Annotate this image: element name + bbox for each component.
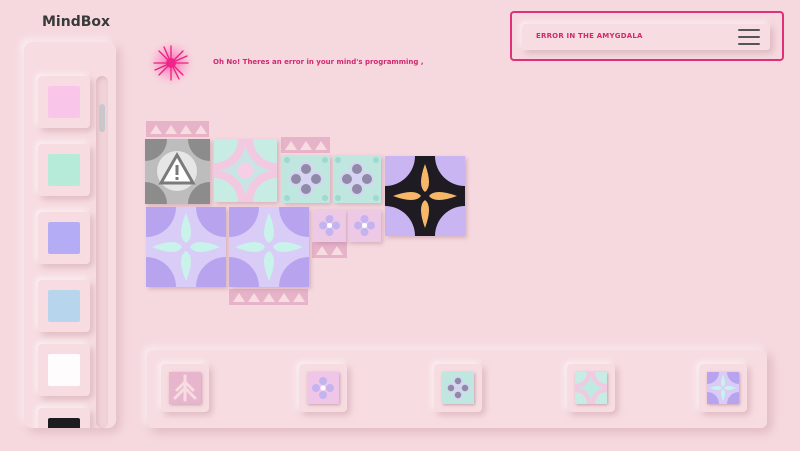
mint-star-tile-icon	[575, 372, 607, 404]
tray-slot-arrow[interactable]	[161, 364, 209, 412]
arrow-tile-icon	[169, 372, 201, 404]
palette-swatch-black[interactable]	[38, 408, 90, 428]
swatch-color	[48, 86, 80, 118]
lavender-flower-tile[interactable]	[146, 207, 226, 287]
arrow-strip-top-mid[interactable]	[281, 137, 330, 153]
dark-star-tile[interactable]	[385, 156, 465, 236]
swatch-color	[48, 354, 80, 386]
mint-knot-tile[interactable]	[333, 155, 381, 203]
mint-star-tile[interactable]	[214, 139, 277, 202]
pink-knot-tile[interactable]	[348, 209, 381, 242]
swatch-color	[48, 290, 80, 322]
swatch-color	[48, 418, 80, 428]
tile-tray	[147, 350, 767, 428]
tray-slot-lavender-knot[interactable]	[299, 364, 347, 412]
lavender-flower-tile[interactable]	[229, 207, 309, 287]
tray-slot-lavender-star[interactable]	[699, 364, 747, 412]
error-panel: ERROR IN THE AMYGDALA	[510, 11, 784, 61]
tray-slot-mint-star[interactable]	[567, 364, 615, 412]
palette-scroll-thumb[interactable]	[99, 104, 105, 133]
mint-knot-tile[interactable]	[282, 155, 330, 203]
palette-scrollbar[interactable]	[96, 76, 108, 428]
app-title: MindBox	[42, 14, 111, 30]
lavender-knot-tile-icon	[307, 372, 339, 404]
error-warning-tile[interactable]	[145, 139, 210, 204]
lavender-star-tile-icon	[707, 372, 739, 404]
error-label: ERROR IN THE AMYGDALA	[536, 32, 643, 40]
palette-swatch-pink[interactable]	[38, 76, 90, 128]
swatch-color	[48, 222, 80, 254]
pink-knot-tile[interactable]	[313, 209, 346, 242]
palette-swatch-blue[interactable]	[38, 280, 90, 332]
arrow-strip-top-left[interactable]	[146, 121, 209, 137]
hamburger-menu-icon[interactable]	[738, 29, 760, 45]
palette-swatch-white[interactable]	[38, 344, 90, 396]
tray-slot-mint-knot[interactable]	[434, 364, 482, 412]
arrow-strip-mid[interactable]	[312, 242, 347, 258]
mint-knot-tile-icon	[442, 372, 474, 404]
error-bar: ERROR IN THE AMYGDALA	[522, 24, 770, 50]
error-message: Oh No! Theres an error in your mind's pr…	[213, 58, 424, 66]
palette-swatch-mint[interactable]	[38, 144, 90, 196]
swatch-color	[48, 154, 80, 186]
neuron-burst-icon	[146, 38, 196, 88]
arrow-strip-bottom[interactable]	[229, 289, 308, 305]
palette-swatch-lavender[interactable]	[38, 212, 90, 264]
